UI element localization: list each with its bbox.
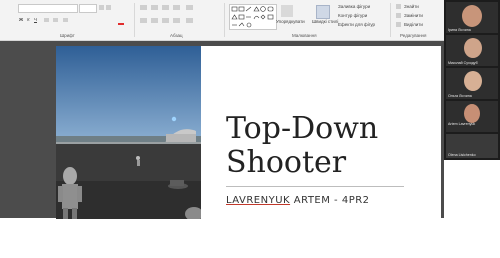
line-spacing-icon[interactable]: [186, 5, 193, 10]
align-right-icon[interactable]: [162, 18, 169, 23]
select-icon[interactable]: [396, 22, 401, 27]
font-color-icon[interactable]: [118, 18, 124, 25]
numbering-icon[interactable]: [151, 5, 158, 10]
quick-styles-button[interactable]: Швидкі стилі: [312, 19, 338, 24]
bold-button[interactable]: Ж: [19, 17, 23, 22]
bullets-icon[interactable]: [140, 5, 147, 10]
blank-area: [0, 219, 500, 258]
participant-name: Artem Lavrenyuk: [448, 122, 476, 126]
title-divider: [226, 186, 404, 187]
replace-icon[interactable]: [396, 13, 401, 18]
participant-name: Ольга Лісчина: [448, 94, 472, 98]
find-button[interactable]: Знайти: [404, 4, 419, 9]
participant-tile[interactable]: Миколай Суходуб: [446, 35, 498, 66]
align-center-icon[interactable]: [151, 18, 158, 23]
underline-button[interactable]: Ч: [34, 17, 37, 22]
slide-title[interactable]: Top-Down Shooter: [226, 112, 378, 180]
participant-tile[interactable]: Olena Lisichenko: [446, 134, 498, 158]
title-line-2: Shooter: [226, 145, 347, 180]
game-screenshot-image: [56, 46, 201, 219]
participants-panel: Ірина Лісчина Миколай Суходуб Ольга Лісч…: [444, 0, 500, 160]
participant-tile[interactable]: Ірина Лісчина: [446, 2, 498, 33]
participant-name: Миколай Суходуб: [448, 61, 478, 65]
ribbon-separator: [134, 3, 135, 37]
arrange-icon[interactable]: [281, 5, 293, 17]
shapes-gallery[interactable]: [229, 4, 277, 30]
shape-fill-button[interactable]: Заливка фігури: [338, 4, 370, 9]
font-group-label: Шрифт: [60, 33, 75, 38]
change-case-icon[interactable]: [63, 18, 68, 22]
participant-video: [464, 71, 482, 91]
font-name-dropdown[interactable]: [18, 4, 78, 13]
font-size-dropdown[interactable]: [79, 4, 97, 13]
paragraph-group-label: Абзац: [170, 33, 183, 38]
decrease-font-icon[interactable]: [106, 5, 111, 10]
increase-indent-icon[interactable]: [173, 5, 180, 10]
participant-name: Olena Lisichenko: [448, 153, 476, 157]
shape-effects-button[interactable]: Ефекти для фігур: [338, 22, 375, 27]
ribbon-separator: [224, 3, 225, 37]
quick-styles-icon[interactable]: [316, 5, 330, 19]
drawing-group-label: Малювання: [292, 33, 317, 38]
ribbon: Ж К Ч Шрифт Абзац Упорядкувати Швидкі ст…: [0, 0, 444, 41]
author-surname: LAVRENYUK: [226, 195, 291, 206]
select-button[interactable]: Виділити: [404, 22, 423, 27]
participant-video: [462, 5, 482, 27]
justify-icon[interactable]: [173, 18, 180, 23]
columns-icon[interactable]: [186, 18, 193, 23]
author-rest: ARTEM - 4PR2: [290, 195, 370, 206]
arrange-button[interactable]: Упорядкувати: [276, 19, 305, 24]
title-line-1: Top-Down: [226, 111, 379, 146]
title-slide[interactable]: Top-Down Shooter LAVRENYUK ARTEM - 4PR2: [56, 46, 441, 219]
find-icon[interactable]: [396, 4, 401, 9]
ribbon-separator: [390, 3, 391, 37]
participant-video: [464, 104, 480, 123]
participant-tile[interactable]: Ольга Лісчина: [446, 68, 498, 99]
align-left-icon[interactable]: [140, 18, 147, 23]
decrease-indent-icon[interactable]: [162, 5, 169, 10]
shapes-gallery-icons: [231, 6, 274, 28]
editing-group-label: Редагування: [400, 33, 427, 38]
slide-subtitle[interactable]: LAVRENYUK ARTEM - 4PR2: [226, 195, 370, 206]
shape-outline-button[interactable]: Контур фігури: [338, 13, 367, 18]
increase-font-icon[interactable]: [99, 5, 104, 10]
char-spacing-icon[interactable]: [53, 18, 58, 22]
replace-button[interactable]: Замінити: [404, 13, 423, 18]
participant-name: Ірина Лісчина: [448, 28, 471, 32]
participant-tile[interactable]: Artem Lavrenyuk: [446, 101, 498, 132]
italic-button[interactable]: К: [27, 17, 30, 22]
strikethrough-icon[interactable]: [44, 18, 49, 22]
participant-video: [464, 38, 482, 58]
